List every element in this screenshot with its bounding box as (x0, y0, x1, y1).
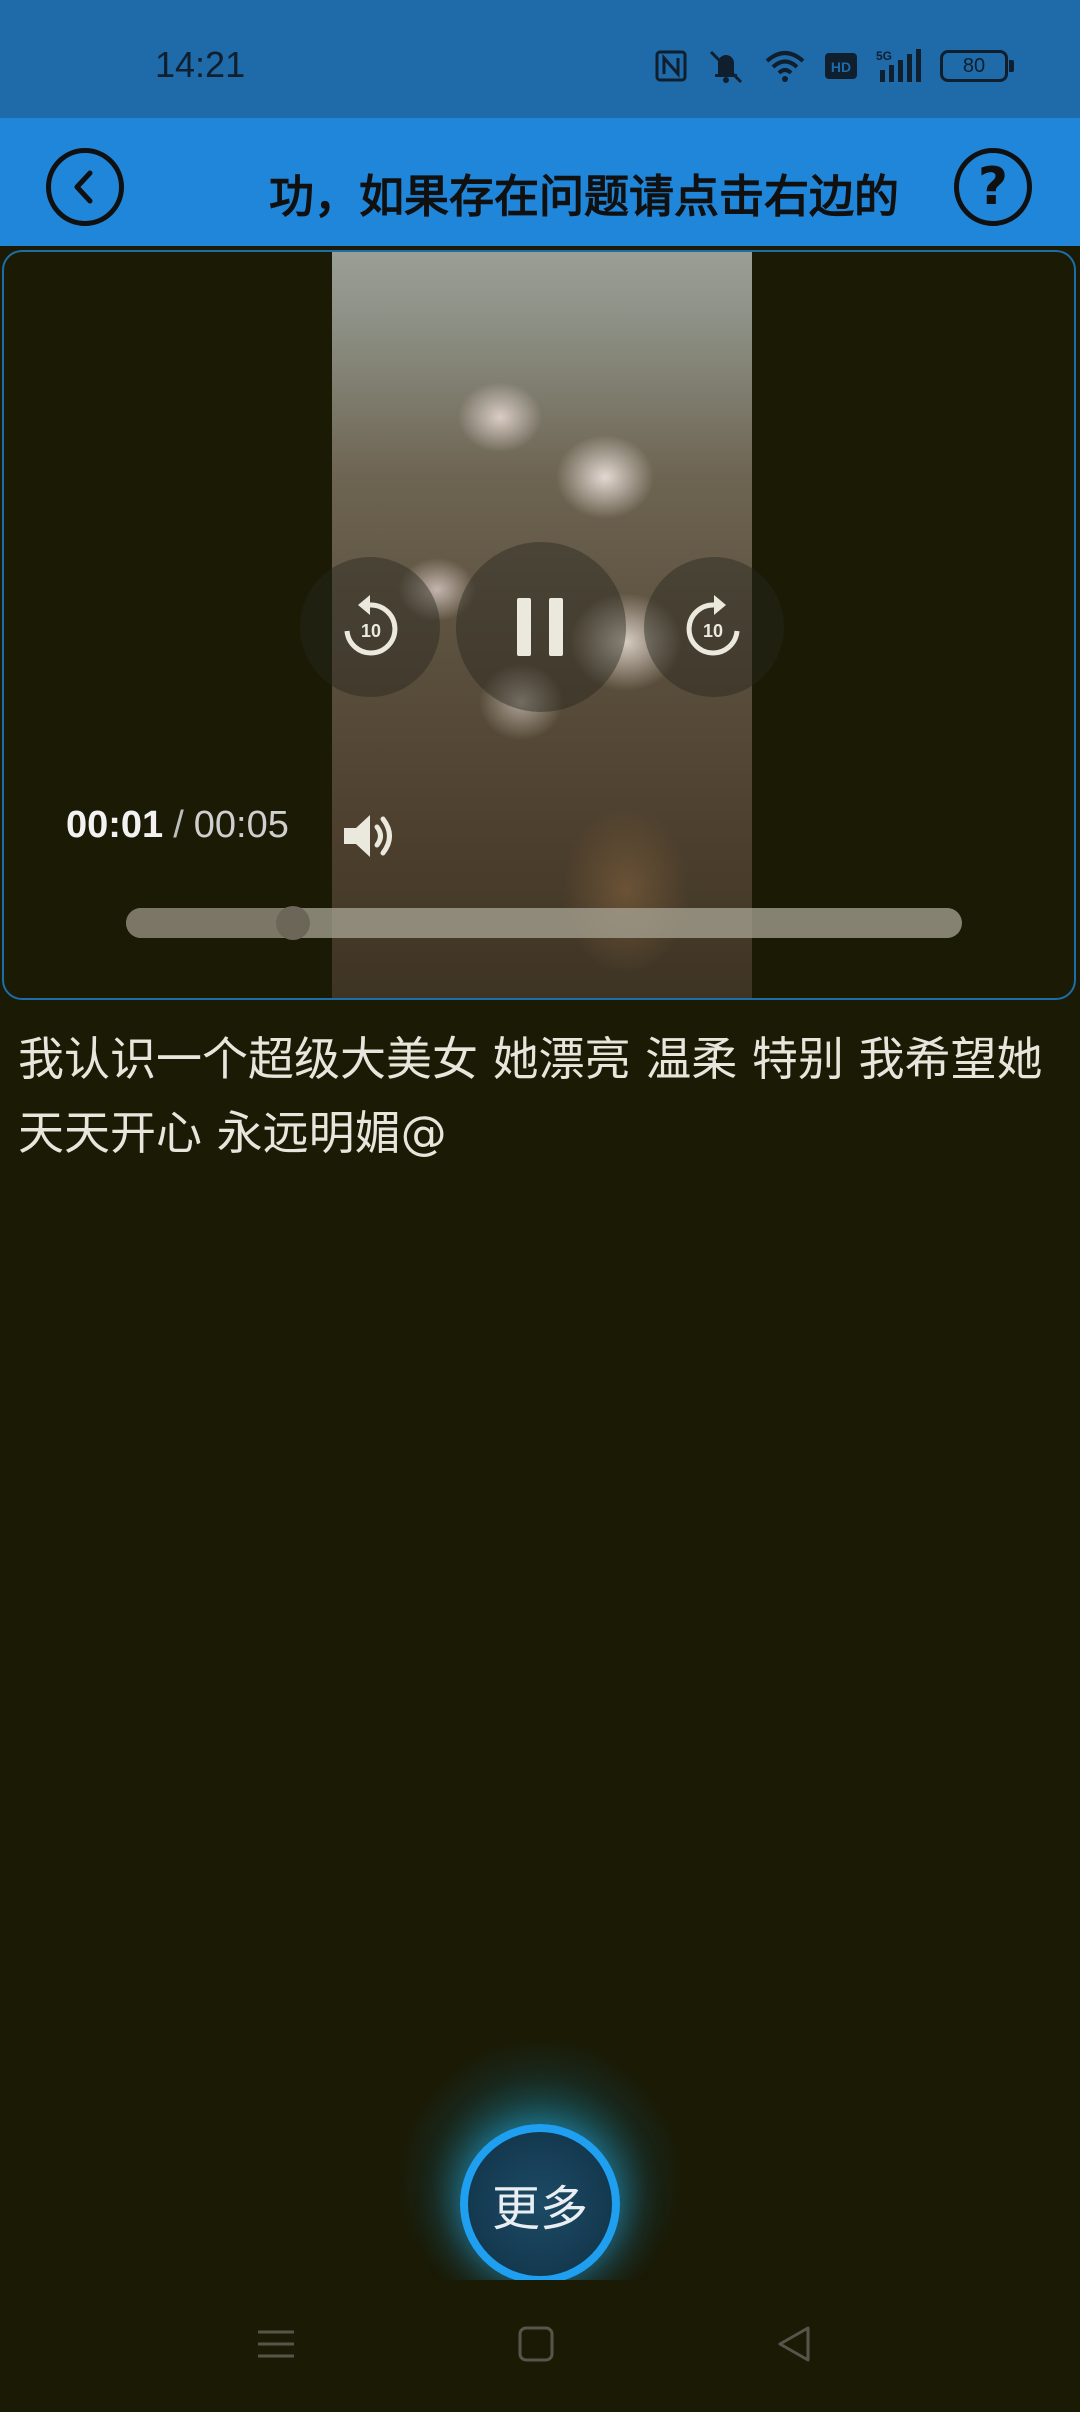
mute-icon (709, 50, 743, 84)
svg-text:HD: HD (831, 59, 851, 75)
status-icons: HD 5G 80 (654, 48, 1014, 84)
marquee-text: 功，如果存在问题请点击右边的【 (268, 170, 904, 220)
svg-text:5G: 5G (876, 49, 892, 63)
system-nav-bar (0, 2280, 1080, 2412)
back-button[interactable] (46, 148, 124, 226)
seek-progress (126, 908, 294, 938)
total-time: 00:05 (193, 804, 289, 846)
battery-level: 80 (962, 54, 986, 77)
video-caption: 我认识一个超级大美女 她漂亮 温柔 特别 我希望她天天开心 永远明媚@ (18, 1032, 1043, 1160)
more-button[interactable]: 更多 (460, 2124, 620, 2284)
rewind-button[interactable]: 10 (300, 557, 440, 697)
menu-icon[interactable] (256, 2324, 296, 2364)
status-time: 14:21 (155, 44, 246, 85)
chevron-left-icon (74, 170, 93, 204)
hd-icon: HD (825, 53, 857, 79)
battery-icon: 80 (940, 50, 1014, 82)
pause-icon (517, 598, 563, 656)
svg-text:10: 10 (703, 621, 723, 641)
forward-10-icon: 10 (686, 595, 740, 656)
volume-button[interactable] (340, 806, 400, 870)
signal-5g-icon: 5G (876, 49, 921, 82)
time-separator: / (173, 804, 184, 846)
seek-bar[interactable] (126, 906, 962, 940)
more-label: 更多 (491, 2181, 588, 2237)
rewind-10-icon: 10 (344, 595, 398, 656)
wifi-icon (765, 51, 805, 82)
svg-text:10: 10 (361, 621, 381, 641)
forward-button[interactable]: 10 (644, 557, 784, 697)
pause-button[interactable] (456, 542, 626, 712)
seek-thumb[interactable] (276, 906, 311, 940)
nfc-icon (655, 50, 687, 82)
video-player[interactable]: 10 10 00:01 / 00:05 (2, 250, 1076, 1000)
time-display: 00:01 / 00:05 (66, 804, 289, 847)
status-bar: 14:21 HD 5G 80 (0, 0, 1080, 118)
current-time: 00:01 (66, 804, 164, 846)
volume-icon (344, 815, 392, 857)
marquee-notice: 功，如果存在问题请点击右边的【 (176, 156, 904, 220)
help-button[interactable]: ? (954, 148, 1032, 226)
home-icon[interactable] (516, 2324, 556, 2364)
back-icon[interactable] (774, 2324, 814, 2364)
help-label: ? (977, 157, 1009, 217)
